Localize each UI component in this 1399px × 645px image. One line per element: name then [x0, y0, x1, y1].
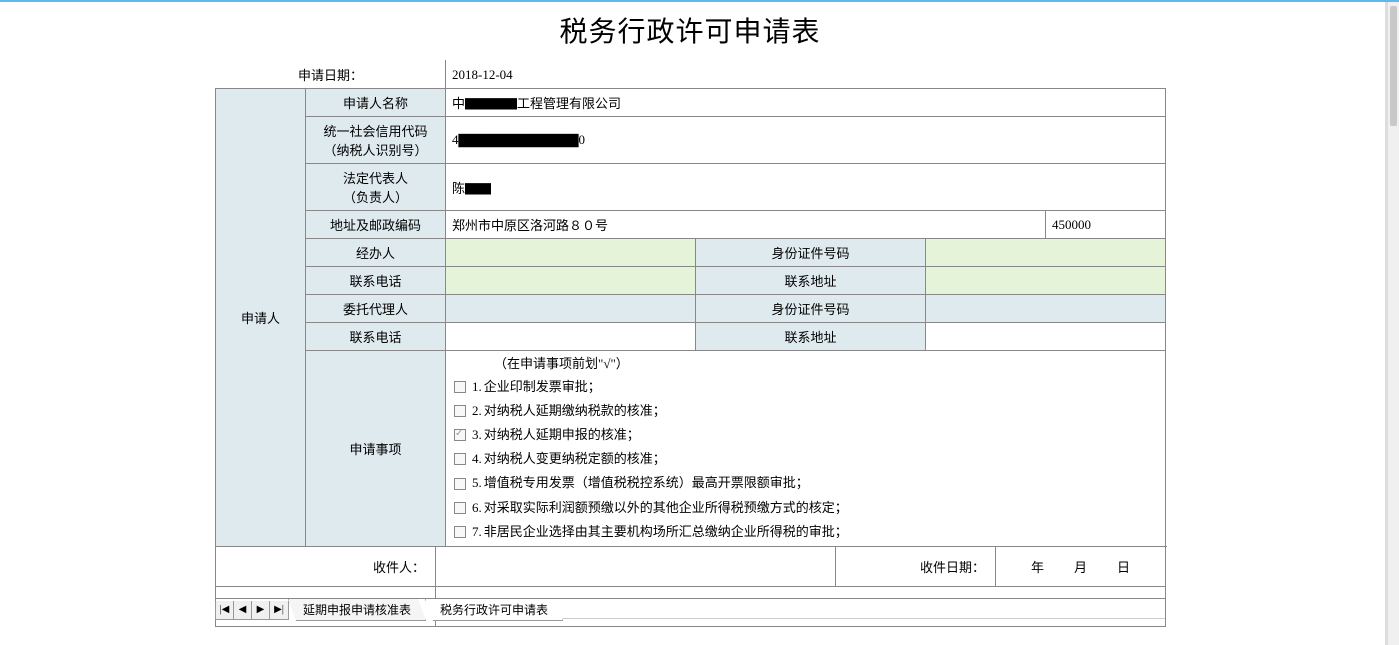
- matter-text: 对纳税人延期缴纳税款的核准；: [484, 400, 666, 422]
- address-label: 地址及邮政编码: [306, 211, 446, 239]
- agent-label: 委托代理人: [306, 295, 446, 323]
- address-value: 郑州市中原区洛河路８０号: [446, 211, 1046, 239]
- checkbox-icon[interactable]: [454, 453, 466, 465]
- tab-spacer: [563, 601, 1165, 619]
- matter-index: 2.: [472, 400, 482, 422]
- matter-text: 非居民企业选择由其主要机构场所汇总缴纳企业所得税的审批；: [484, 521, 848, 543]
- handler-id-value[interactable]: [926, 239, 1166, 267]
- year-unit: 年: [1023, 557, 1053, 576]
- top-border: [0, 0, 1399, 2]
- matter-item: 3. 对纳税人延期申报的核准；: [454, 423, 1157, 447]
- nav-prev-button[interactable]: ◀: [234, 601, 252, 619]
- apply-date-value: 2018-12-04: [446, 61, 1166, 89]
- handler-addr-label: 联系地址: [696, 267, 926, 295]
- matter-index: 1.: [472, 376, 482, 398]
- agent-phone-value[interactable]: [446, 323, 696, 351]
- nav-last-button[interactable]: ▶|: [270, 601, 288, 619]
- agent-addr-label: 联系地址: [696, 323, 926, 351]
- postcode-value: 450000: [1046, 211, 1166, 239]
- matter-item: 2. 对纳税人延期缴纳税款的核准；: [454, 399, 1157, 423]
- matter-text: 对采取实际利润额预缴以外的其他企业所得税预缴方式的核定；: [484, 497, 848, 519]
- matters-section-label: 申请事项: [306, 351, 446, 547]
- credit-code-label: 统一社会信用代码（纳税人识别号）: [306, 117, 446, 164]
- sheet-content: 税务行政许可申请表 申请日期： 2018-12-04 申请人 申请人名称 中▇▇…: [215, 4, 1165, 627]
- matters-hint: （在申请事项前划"√"）: [454, 353, 1157, 375]
- nav-first-button[interactable]: |◀: [216, 601, 234, 619]
- matter-item: 7. 非居民企业选择由其主要机构场所汇总缴纳企业所得税的审批；: [454, 520, 1157, 544]
- checkbox-icon[interactable]: [454, 405, 466, 417]
- matter-index: 4.: [472, 448, 482, 470]
- handler-addr-value[interactable]: [926, 267, 1166, 295]
- handler-id-label: 身份证件号码: [696, 239, 926, 267]
- sheet-tab-1[interactable]: 延期申报申请核准表: [288, 599, 426, 621]
- checkbox-icon[interactable]: [454, 429, 466, 441]
- applicant-name-label: 申请人名称: [306, 89, 446, 117]
- apply-date-label: 申请日期：: [216, 61, 446, 89]
- matter-item: 1. 企业印制发票审批；: [454, 375, 1157, 399]
- matter-index: 3.: [472, 424, 482, 446]
- credit-code-value: 4▇▇▇▇▇▇▇▇▇▇▇▇0: [446, 117, 1166, 164]
- matter-index: 5.: [472, 472, 482, 494]
- sheet-tab-2[interactable]: 税务行政许可申请表: [425, 599, 563, 621]
- agent-id-label: 身份证件号码: [696, 295, 926, 323]
- checkbox-icon[interactable]: [454, 502, 466, 514]
- matter-index: 7.: [472, 521, 482, 543]
- matter-text: 对纳税人变更纳税定额的核准；: [484, 448, 666, 470]
- agent-phone-label: 联系电话: [306, 323, 446, 351]
- form-title: 税务行政许可申请表: [215, 4, 1165, 60]
- checkbox-icon[interactable]: [454, 526, 466, 538]
- vertical-scrollbar[interactable]: [1387, 2, 1399, 645]
- nav-buttons: |◀ ◀ ▶ ▶|: [215, 601, 289, 620]
- form-table: 申请日期： 2018-12-04 申请人 申请人名称 中▇▇▇▇工程管理有限公司…: [215, 60, 1166, 547]
- handler-phone-label: 联系电话: [306, 267, 446, 295]
- matters-list: 1. 企业印制发票审批；2. 对纳税人延期缴纳税款的核准；3. 对纳税人延期申报…: [454, 375, 1157, 544]
- month-unit: 月: [1066, 557, 1096, 576]
- agent-addr-value[interactable]: [926, 323, 1166, 351]
- sheet-nav: |◀ ◀ ▶ ▶| 延期申报申请核准表 税务行政许可申请表: [215, 598, 1165, 621]
- agent-id-value[interactable]: [926, 295, 1166, 323]
- recipient-label: 收件人：: [216, 547, 436, 587]
- applicant-name-value: 中▇▇▇▇工程管理有限公司: [446, 89, 1166, 117]
- matter-item: 5. 增值税专用发票（增值税税控系统）最高开票限额审批；: [454, 471, 1157, 495]
- handler-value[interactable]: [446, 239, 696, 267]
- matter-item: 6. 对采取实际利润额预缴以外的其他企业所得税预缴方式的核定；: [454, 496, 1157, 520]
- legal-rep-value: 陈▇▇: [446, 164, 1166, 211]
- matter-item: 4. 对纳税人变更纳税定额的核准；: [454, 447, 1157, 471]
- scrollbar-thumb[interactable]: [1390, 6, 1397, 126]
- matters-cell: （在申请事项前划"√"） 1. 企业印制发票审批；2. 对纳税人延期缴纳税款的核…: [446, 351, 1166, 547]
- matter-index: 6.: [472, 497, 482, 519]
- receive-date-label: 收件日期：: [836, 547, 996, 587]
- matter-text: 增值税专用发票（增值税税控系统）最高开票限额审批；: [484, 472, 809, 494]
- receive-date-value: 年 月 日: [996, 547, 1166, 587]
- agent-value[interactable]: [446, 295, 696, 323]
- handler-phone-value[interactable]: [446, 267, 696, 295]
- checkbox-icon[interactable]: [454, 478, 466, 490]
- legal-rep-label: 法定代表人 （负责人）: [306, 164, 446, 211]
- handler-label: 经办人: [306, 239, 446, 267]
- matter-text: 企业印制发票审批；: [484, 376, 601, 398]
- nav-next-button[interactable]: ▶: [252, 601, 270, 619]
- recipient-value: [436, 547, 836, 587]
- matter-text: 对纳税人延期申报的核准；: [484, 424, 640, 446]
- applicant-section-label: 申请人: [216, 89, 306, 547]
- day-unit: 日: [1109, 557, 1139, 576]
- checkbox-icon[interactable]: [454, 381, 466, 393]
